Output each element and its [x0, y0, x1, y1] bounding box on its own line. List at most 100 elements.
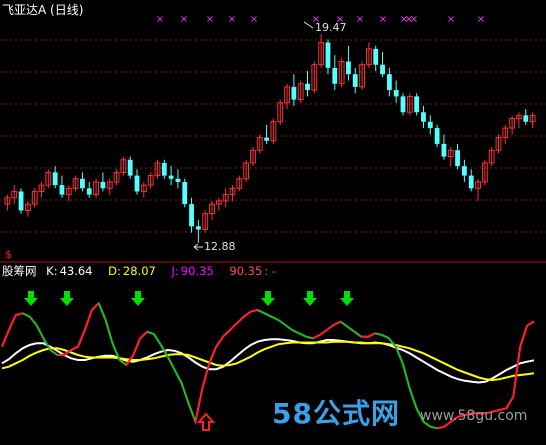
j-line-segment: [222, 329, 231, 338]
j-line-segment: [505, 396, 515, 409]
j-line-segment: [8, 314, 17, 331]
magenta-x-icon: ×: [156, 14, 164, 25]
j-line-segment: [519, 325, 529, 347]
j-line-segment: [250, 309, 258, 313]
candle-body: [18, 191, 24, 211]
candle-body: [189, 204, 194, 227]
magenta-x-icon: ×: [410, 14, 418, 25]
j-line-segment: [408, 388, 418, 409]
k-readout: K: 43.64: [46, 264, 98, 278]
magenta-x-icon: ×: [356, 14, 364, 25]
red-up-arrow-icon: [196, 412, 216, 431]
candle-body: [127, 159, 133, 176]
indicator-header: 股筹网 K: 43.64 D: 28.07 J: 90.35 90.35: -: [2, 263, 288, 279]
j-line-segment: [326, 324, 335, 331]
candle-body: [352, 74, 358, 87]
magenta-x-icon: ×: [228, 14, 236, 25]
j-line-segment: [83, 309, 93, 331]
j-line-segment: [139, 330, 148, 340]
j-line-segment: [153, 333, 162, 346]
j-line-segment: [22, 312, 31, 318]
j-line-segment: [180, 383, 190, 404]
magenta-x-icon: ×: [180, 14, 188, 25]
j-line-segment: [194, 388, 204, 422]
j-line-segment: [70, 345, 79, 351]
j-line-segment: [333, 320, 341, 326]
d-value: 28.07: [122, 264, 156, 278]
candle-body: [291, 86, 297, 100]
j-line-segment: [1, 329, 10, 348]
green-down-arrow-icon: [303, 291, 317, 306]
low-pointer-icon: [193, 243, 203, 251]
high-price-label: 19.47: [315, 21, 347, 34]
indicator-name: 股筹网: [2, 264, 37, 278]
j-line-segment: [173, 369, 183, 384]
j-line-segment: [512, 346, 522, 397]
green-down-arrow-icon: [261, 291, 275, 306]
candle-body: [134, 175, 140, 192]
magenta-x-icon: ×: [250, 14, 258, 25]
j-line-segment: [312, 334, 321, 340]
candle-body: [59, 185, 65, 195]
j-line-segment: [257, 309, 265, 315]
candle-body: [195, 226, 201, 230]
d-label: D:: [108, 264, 121, 278]
j-line-segment: [77, 329, 86, 348]
green-down-arrow-icon: [131, 291, 145, 306]
dollar-marker-icon: $: [5, 248, 12, 261]
j-label: J:: [171, 264, 179, 278]
j-line-segment: [319, 329, 328, 336]
j-line-segment: [104, 319, 114, 344]
j-line-segment: [277, 319, 286, 326]
j-line-segment: [243, 310, 252, 318]
j-line-segment: [437, 425, 445, 430]
j-line-segment: [97, 302, 107, 321]
j-line-segment: [15, 312, 23, 316]
magenta-x-icon: ×: [379, 14, 387, 25]
candle-body: [52, 172, 58, 186]
candles-layer: [4, 33, 536, 243]
j-line-segment: [264, 312, 272, 318]
j-line-segment: [374, 332, 383, 336]
j-line-segment: [35, 324, 45, 339]
j-line-segment: [236, 315, 245, 325]
j-line-segment: [346, 325, 355, 333]
j-line-segment: [271, 315, 279, 321]
j-line-segment: [526, 320, 535, 327]
green-down-arrow-icon: [24, 291, 38, 306]
j-line-segment: [353, 330, 362, 338]
green-down-arrow-icon: [340, 291, 354, 306]
chart-canvas: × × × × × × × × × ××× × × 19.47 12.88 $: [0, 14, 546, 431]
candle-body: [523, 115, 529, 122]
magenta-x-icon: ×: [206, 14, 214, 25]
magenta-x-icon: ×: [447, 14, 455, 25]
candle-body: [264, 137, 269, 141]
d-readout: D: 28.07: [108, 264, 162, 278]
j-line-segment: [291, 329, 300, 335]
watermark-text: 58公式网: [272, 397, 400, 430]
extra-value: 90.35: [229, 264, 263, 278]
candle-body: [386, 74, 392, 91]
j-line-segment: [381, 334, 390, 340]
candle-body: [332, 67, 338, 84]
j-line-segment: [91, 302, 100, 311]
j-line-segment: [298, 332, 307, 338]
j-line-segment: [215, 336, 224, 348]
j-line-segment: [208, 346, 218, 364]
low-price-label: 12.88: [204, 240, 236, 253]
j-line-segment: [430, 425, 438, 430]
j-line-segment: [146, 330, 155, 336]
candle-body: [393, 90, 399, 97]
candle-body: [305, 83, 310, 91]
j-readout: J: 90.35: [172, 264, 220, 278]
j-line-segment: [305, 335, 314, 340]
watermark-url: www.58gu.com: [420, 408, 528, 424]
j-line-segment: [367, 332, 376, 338]
candle-body: [100, 181, 106, 189]
green-down-arrow-icon: [60, 291, 74, 306]
candle-body: [468, 175, 474, 189]
candle-body: [461, 166, 467, 176]
candle-body: [86, 188, 92, 195]
k-value: 43.64: [59, 264, 93, 278]
j-line-segment: [229, 322, 238, 331]
